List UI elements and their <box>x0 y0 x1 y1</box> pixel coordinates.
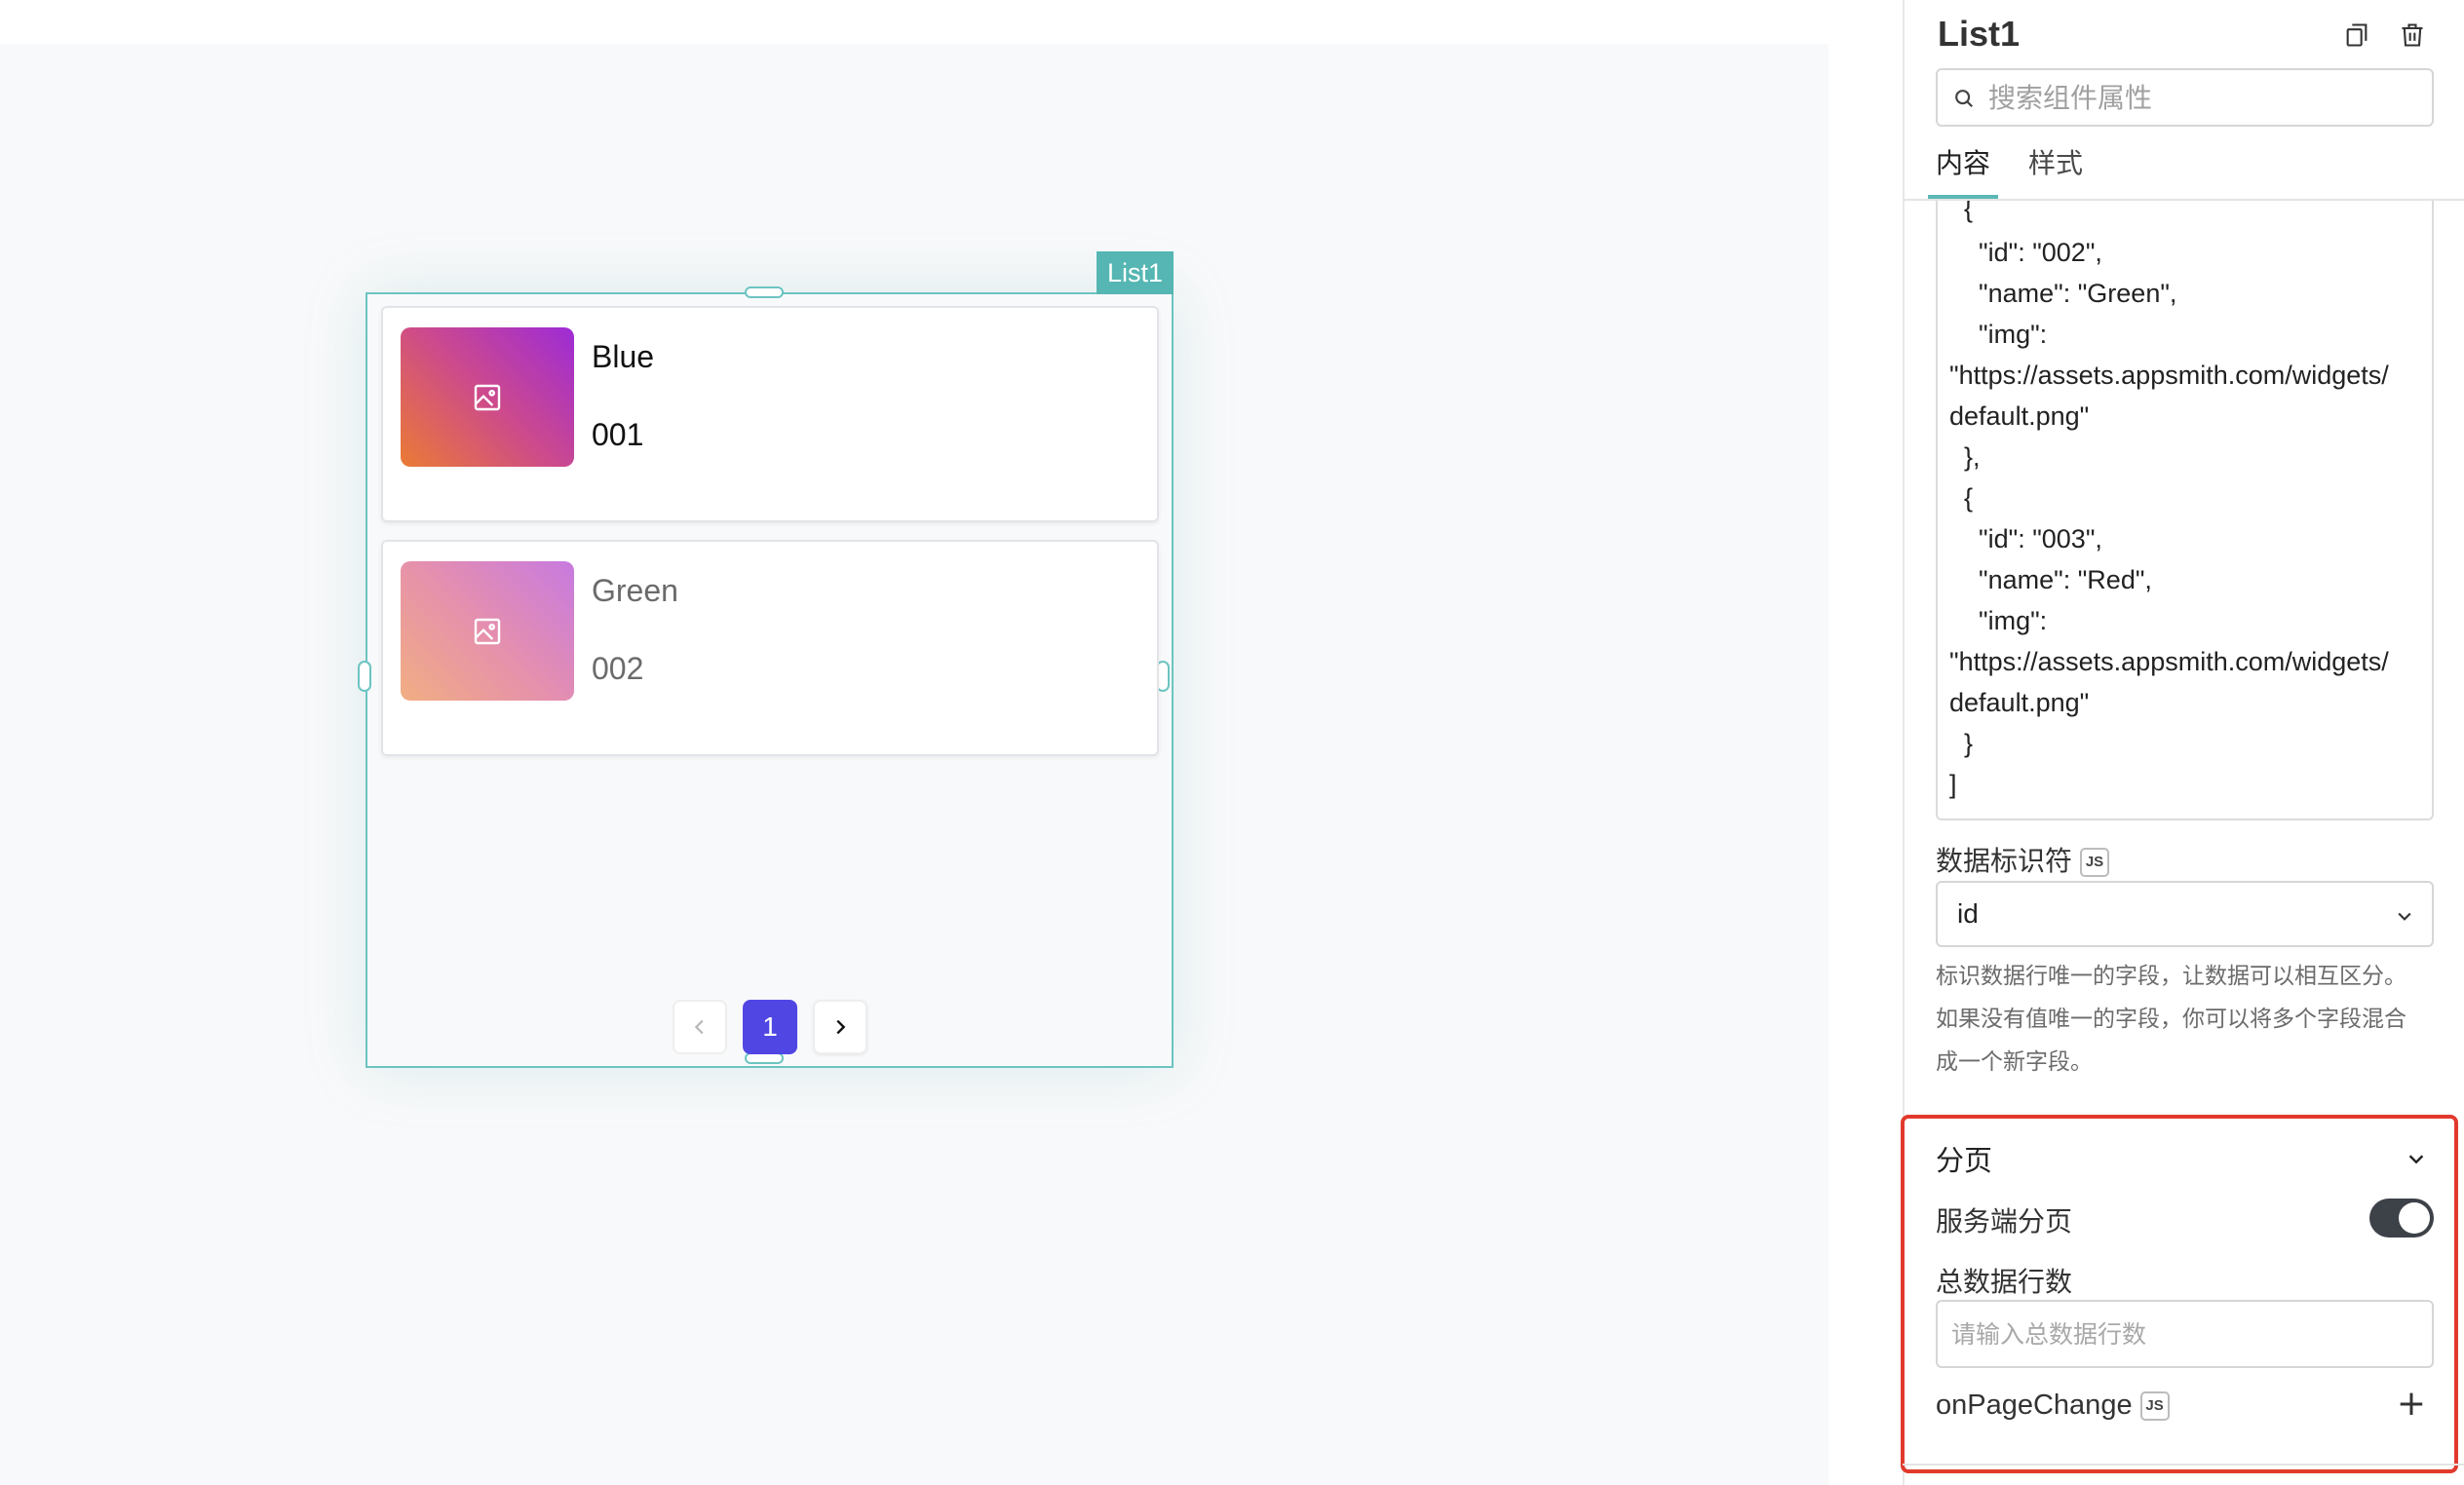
code-line: "img": <box>1949 606 2048 635</box>
item-image <box>401 561 574 701</box>
property-search[interactable] <box>1936 68 2434 127</box>
chevron-right-icon <box>836 1019 846 1035</box>
item-id: 002 <box>592 651 644 686</box>
image-placeholder-icon <box>474 618 501 644</box>
data-key-help: 标识数据行唯一的字段，让数据可以相互区分。 <box>1936 964 2406 989</box>
item-image <box>401 327 574 467</box>
server-side-pagination-label: 服务端分页 <box>1936 1205 2073 1238</box>
add-action-button[interactable]: + <box>2394 1387 2429 1423</box>
list-item[interactable]: Green 002 <box>381 540 1159 756</box>
js-toggle-badge[interactable]: JS <box>2080 848 2110 877</box>
chevron-down-icon <box>2398 912 2411 921</box>
pane-title[interactable]: List1 <box>1938 14 2020 55</box>
code-line: "name": "Red", <box>1949 565 2152 594</box>
code-line: ] <box>1949 770 1957 799</box>
code-line: default.png" <box>1949 401 2090 431</box>
copy-icon[interactable] <box>2339 18 2374 53</box>
on-page-change-text: onPageChange <box>1936 1390 2133 1421</box>
code-line: "id": "003", <box>1949 524 2102 553</box>
data-key-select[interactable]: id <box>1936 881 2434 947</box>
data-key-label-text: 数据标识符 <box>1936 845 2073 877</box>
on-page-change-label: onPageChange JS <box>1936 1390 2170 1422</box>
tab-content[interactable]: 内容 <box>1936 142 1990 181</box>
server-side-pagination-toggle[interactable] <box>2369 1199 2434 1238</box>
pagination-current-page[interactable]: 1 <box>743 1000 797 1054</box>
code-line: } <box>1949 729 1974 758</box>
image-placeholder-icon <box>474 384 501 410</box>
chevron-down-icon[interactable] <box>2406 1148 2427 1173</box>
code-line: { <box>1949 483 1974 513</box>
pagination-prev-button[interactable] <box>673 1000 727 1054</box>
item-name: Green <box>592 573 678 608</box>
section-divider <box>1903 1464 2464 1466</box>
item-id: 001 <box>592 417 644 452</box>
total-rows-label: 总数据行数 <box>1936 1266 2073 1298</box>
data-key-value: id <box>1957 898 1979 929</box>
code-line: default.png" <box>1949 688 2090 717</box>
total-rows-input[interactable] <box>1936 1300 2434 1368</box>
data-key-label: 数据标识符 JS <box>1936 840 2110 879</box>
list-item[interactable]: Blue 001 <box>381 306 1159 522</box>
data-key-help: 成一个新字段。 <box>1936 1049 2093 1075</box>
toggle-knob <box>2399 1202 2430 1234</box>
pagination-section-title[interactable]: 分页 <box>1936 1138 1992 1179</box>
canvas-gutter <box>1829 0 1903 1485</box>
js-toggle-badge[interactable]: JS <box>2139 1391 2170 1422</box>
code-line: }, <box>1949 442 1981 472</box>
resize-handle-top[interactable] <box>745 286 784 298</box>
code-line: "name": "Green", <box>1949 279 2177 308</box>
code-line: "https://assets.appsmith.com/widgets/ <box>1949 361 2389 390</box>
code-line: "id": "002", <box>1949 238 2102 267</box>
code-line: { <box>1949 201 1974 223</box>
tab-style[interactable]: 样式 <box>2028 142 2083 181</box>
code-line: "img": <box>1949 320 2048 349</box>
search-icon <box>1955 90 1974 108</box>
code-line: "https://assets.appsmith.com/widgets/ <box>1949 647 2389 676</box>
chevron-left-icon <box>694 1019 704 1035</box>
widget-name-tag[interactable]: List1 <box>1097 251 1174 294</box>
data-key-help: 如果没有值唯一的字段，你可以将多个字段混合 <box>1936 1007 2406 1032</box>
pagination-next-button[interactable] <box>813 1000 867 1054</box>
item-name: Blue <box>592 339 655 374</box>
resize-handle-left[interactable] <box>358 661 371 692</box>
search-input[interactable] <box>1988 72 2417 123</box>
trash-icon[interactable] <box>2395 18 2430 53</box>
items-json-editor[interactable]: { "id": "002", "name": "Green", "img": "… <box>1936 201 2434 820</box>
